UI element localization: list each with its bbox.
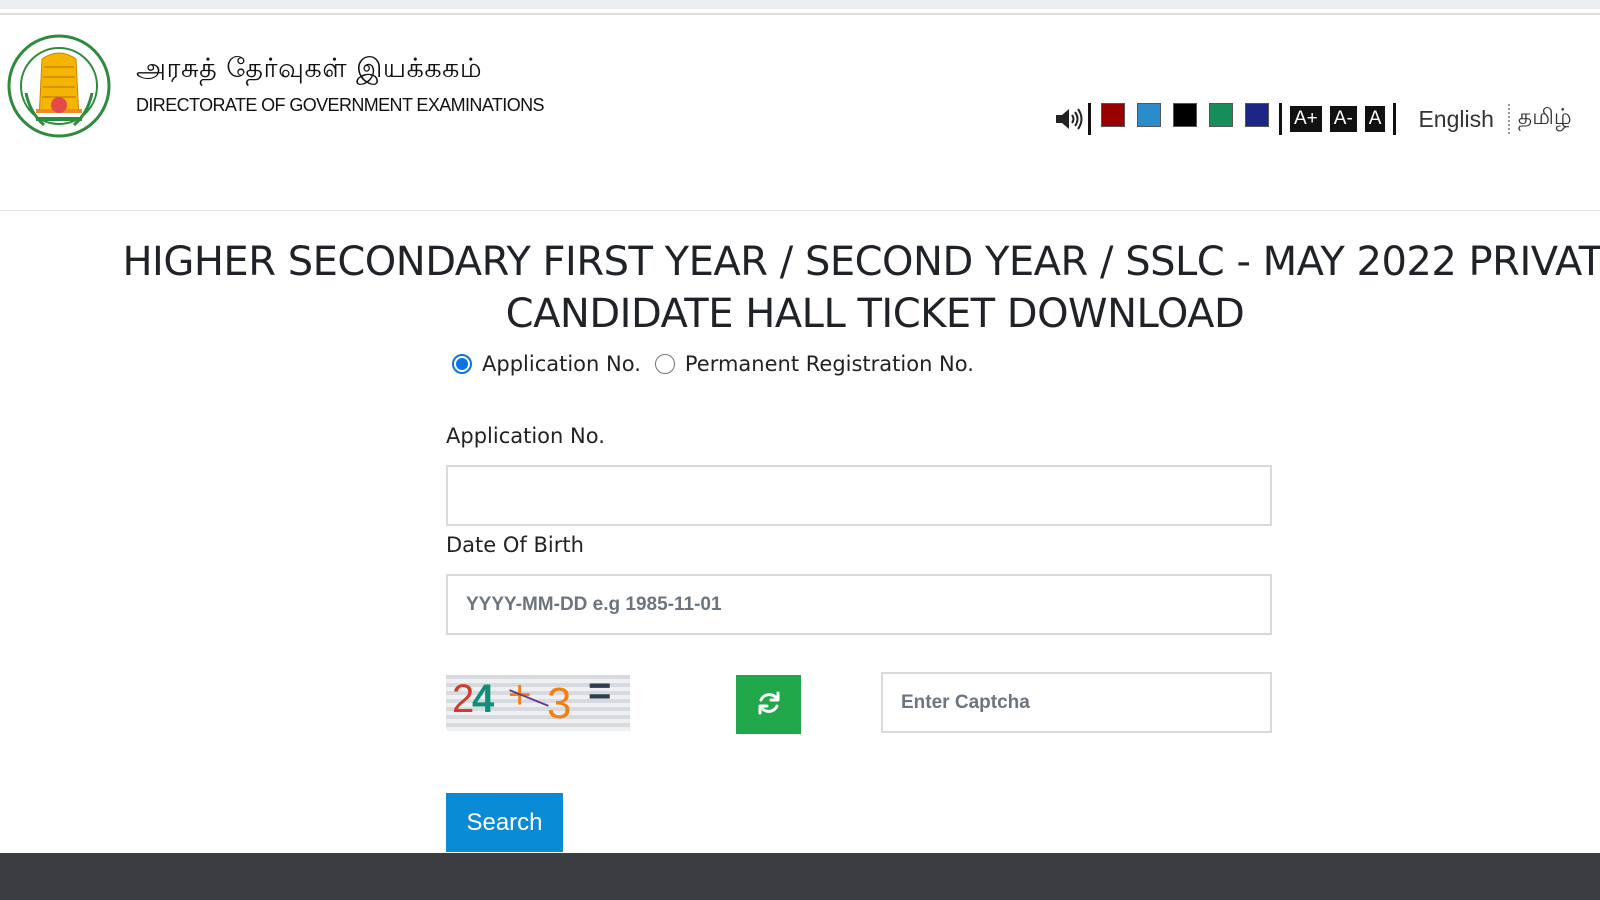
language-english-link[interactable]: English xyxy=(1418,106,1493,133)
browser-top-strip xyxy=(0,0,1600,9)
font-reset-button[interactable]: A xyxy=(1364,106,1386,132)
captcha-digit: 2 xyxy=(452,677,475,721)
theme-swatch-green[interactable] xyxy=(1209,103,1233,127)
application-no-input[interactable] xyxy=(446,465,1272,526)
radio-label-application-no[interactable]: Application No. xyxy=(482,352,641,376)
search-button[interactable]: Search xyxy=(446,793,563,852)
captcha-equals: = xyxy=(588,675,612,713)
dob-input[interactable] xyxy=(446,574,1272,635)
tamil-nadu-emblem-logo xyxy=(6,33,112,143)
dob-label: Date Of Birth xyxy=(446,533,584,557)
toolbar-divider xyxy=(1088,103,1091,135)
captcha-image: 2 4 + 3 = xyxy=(446,675,630,731)
accessibility-toolbar: A+ A- A English தமிழ் xyxy=(1054,101,1572,137)
radio-application-no[interactable] xyxy=(452,354,472,374)
brand-title-tamil: அரசுத் தேர்வுகள் இயக்ககம் xyxy=(136,53,483,84)
page-title: HIGHER SECONDARY FIRST YEAR / SECOND YEA… xyxy=(122,239,1600,337)
captcha-digit: 3 xyxy=(547,679,572,728)
toolbar-divider xyxy=(1279,103,1282,135)
captcha-input[interactable] xyxy=(881,672,1272,733)
language-tamil-link[interactable]: தமிழ் xyxy=(1518,105,1572,133)
theme-swatch-dark-red[interactable] xyxy=(1101,103,1125,127)
theme-swatch-black[interactable] xyxy=(1173,103,1197,127)
theme-swatch-navy[interactable] xyxy=(1245,103,1269,127)
captcha-digit: 4 xyxy=(472,677,495,721)
radio-permanent-registration-no[interactable] xyxy=(654,354,675,374)
radio-label-permanent-registration-no[interactable]: Permanent Registration No. xyxy=(685,352,974,376)
toolbar-divider xyxy=(1393,103,1397,135)
site-footer xyxy=(0,853,1600,900)
theme-swatch-blue[interactable] xyxy=(1137,103,1161,127)
refresh-icon xyxy=(755,689,783,721)
site-header: அரசுத் தேர்வுகள் இயக்ககம் DIRECTORATE OF… xyxy=(0,15,1600,211)
font-increase-button[interactable]: A+ xyxy=(1290,106,1322,132)
speaker-icon[interactable] xyxy=(1054,106,1084,132)
brand-title-english: DIRECTORATE OF GOVERNMENT EXAMINATIONS xyxy=(136,95,545,115)
language-divider xyxy=(1507,104,1510,134)
search-type-radio-group: Application No. Permanent Registration N… xyxy=(452,352,988,376)
refresh-captcha-button[interactable] xyxy=(736,675,801,734)
font-decrease-button[interactable]: A- xyxy=(1329,106,1357,132)
application-no-label: Application No. xyxy=(446,424,605,448)
